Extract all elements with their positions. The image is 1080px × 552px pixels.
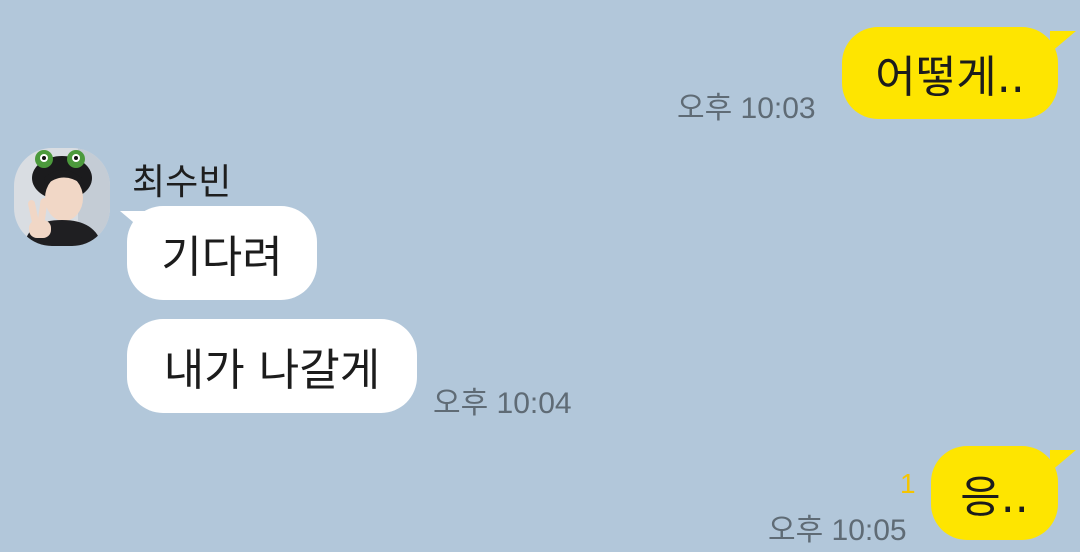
- bubble-tail: [1050, 450, 1076, 472]
- message-text: 내가 나갈게: [163, 345, 381, 396]
- message-text: 어떻게..: [875, 52, 1025, 103]
- message-bubble-received[interactable]: 내가 나갈게: [127, 319, 417, 413]
- bubble-tail: [1050, 31, 1076, 53]
- profile-photo-icon: [14, 148, 110, 246]
- message-timestamp: 오후 10:05: [768, 514, 907, 547]
- message-bubble-sent[interactable]: 응..: [931, 446, 1058, 540]
- message-bubble-received[interactable]: 기다려: [127, 206, 317, 300]
- message-timestamp: 오후 10:03: [677, 92, 816, 125]
- message-text: 기다려: [161, 232, 283, 283]
- message-bubble-sent[interactable]: 어떻게..: [842, 27, 1058, 119]
- message-text: 응..: [960, 472, 1029, 523]
- bubble-tail: [120, 211, 146, 233]
- sender-name: 최수빈: [132, 162, 232, 203]
- avatar[interactable]: [14, 148, 110, 246]
- unread-count-badge: 1: [900, 468, 916, 499]
- message-timestamp: 오후 10:04: [433, 387, 572, 420]
